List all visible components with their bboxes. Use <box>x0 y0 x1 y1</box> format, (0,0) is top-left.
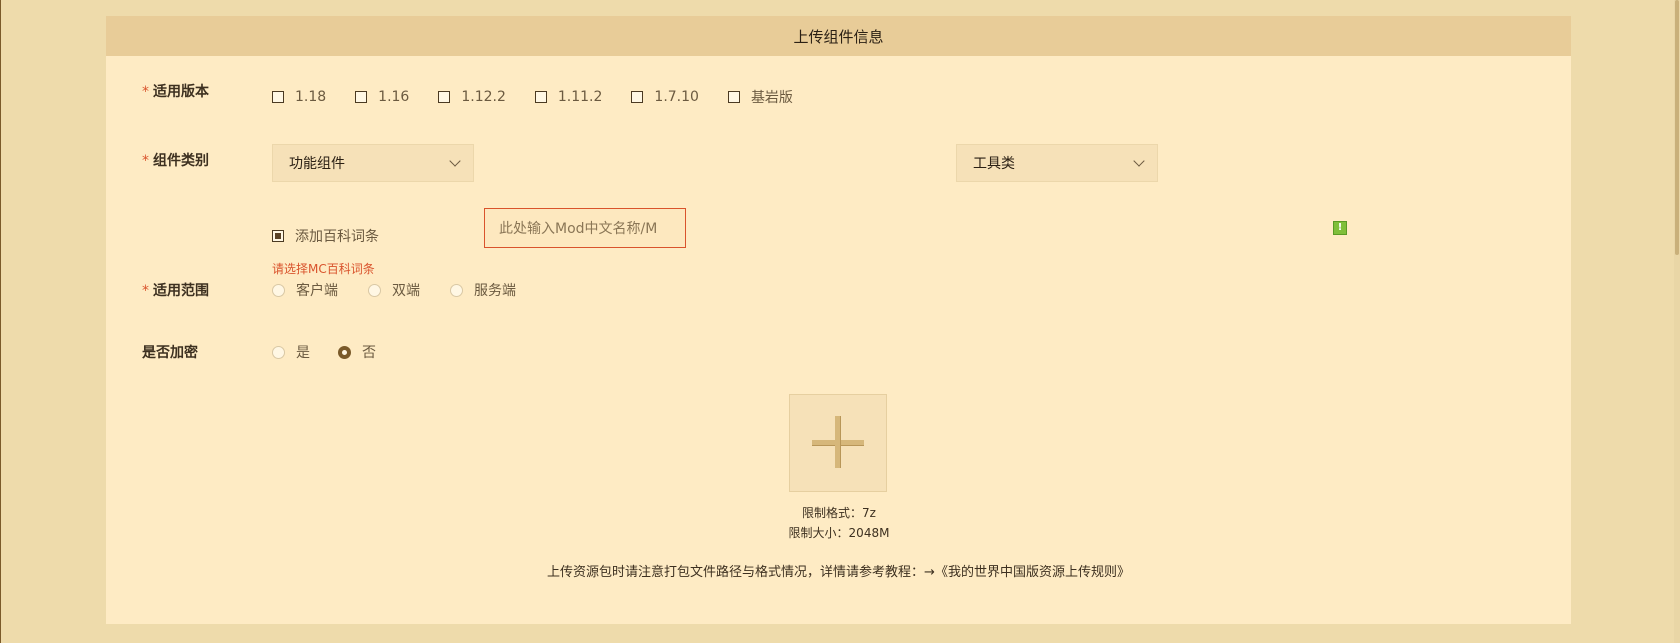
encrypt-option-no[interactable]: 否 <box>338 342 376 362</box>
required-mark: * <box>142 153 149 169</box>
version-option-bedrock[interactable]: 基岩版 <box>727 87 793 107</box>
version-option-1-16[interactable]: 1.16 <box>355 87 409 107</box>
encrypt-options: 是 否 <box>272 342 406 362</box>
mod-name-input[interactable]: 此处输入Mod中文名称/M <box>484 208 686 248</box>
scope-option-both[interactable]: 双端 <box>368 280 420 300</box>
category-select-value: 功能组件 <box>289 156 345 172</box>
add-wiki-entry-checkbox[interactable]: 添加百科词条 <box>272 226 379 246</box>
form-title: 上传组件信息 <box>793 27 884 46</box>
version-option-1-18[interactable]: 1.18 <box>272 87 326 107</box>
wiki-error-message: 请选择MC百科词条 <box>272 262 375 276</box>
upload-guide-link[interactable]: 上传资源包时请注意打包文件路径与格式情况，详情请参考教程：→《我的世界中国版资源… <box>106 561 1571 580</box>
version-option-1-7-10[interactable]: 1.7.10 <box>631 87 699 107</box>
warning-icon: ! <box>1333 221 1347 235</box>
encrypt-option-yes[interactable]: 是 <box>272 342 310 362</box>
scope-option-server[interactable]: 服务端 <box>450 280 516 300</box>
radio[interactable] <box>450 283 463 297</box>
scope-label: * 适用范围 <box>142 283 209 299</box>
chevron-down-icon <box>449 155 461 167</box>
chevron-down-icon <box>1133 155 1145 167</box>
scrollbar-thumb[interactable] <box>1675 0 1679 255</box>
subcategory-select-value: 工具类 <box>973 156 1015 172</box>
radio[interactable] <box>368 283 381 297</box>
checkbox[interactable] <box>272 91 284 103</box>
required-mark: * <box>142 283 149 299</box>
scope-option-client[interactable]: 客户端 <box>272 280 338 300</box>
version-option-1-12-2[interactable]: 1.12.2 <box>438 87 506 107</box>
checkbox[interactable] <box>355 91 368 103</box>
radio-checked[interactable] <box>338 345 351 359</box>
version-option-1-11-2[interactable]: 1.11.2 <box>534 87 602 107</box>
subcategory-select[interactable]: 工具类 <box>956 144 1158 182</box>
checkbox[interactable] <box>438 91 451 103</box>
upload-size-limit: 限制大小：2048M <box>788 526 890 540</box>
version-options: 1.18 1.16 1.12.2 1.11.2 1.7.10 基岩版 <box>272 87 822 107</box>
page-border <box>0 0 1 643</box>
encrypt-label: 是否加密 <box>142 345 198 361</box>
category-select[interactable]: 功能组件 <box>272 144 474 182</box>
checkbox-checked[interactable] <box>272 230 284 242</box>
radio[interactable] <box>272 345 285 359</box>
version-label: * 适用版本 <box>142 84 209 100</box>
form-header: 上传组件信息 <box>106 16 1571 56</box>
checkbox[interactable] <box>631 91 644 103</box>
required-mark: * <box>142 84 149 100</box>
upload-form-card: 上传组件信息 * 适用版本 1.18 1.16 1.12.2 1.11.2 1.7… <box>106 16 1571 624</box>
category-label: * 组件类别 <box>142 153 209 169</box>
plus-icon-vertical <box>835 416 841 468</box>
page-scrollbar[interactable] <box>1674 0 1680 643</box>
mod-name-input-text: 此处输入Mod中文名称/M <box>499 221 658 237</box>
upload-format-limit: 限制格式：7z <box>802 506 876 520</box>
radio[interactable] <box>272 283 285 297</box>
checkbox[interactable] <box>534 91 547 103</box>
upload-button[interactable] <box>789 394 887 492</box>
checkbox[interactable] <box>727 91 740 103</box>
scope-options: 客户端 双端 服务端 <box>272 280 546 300</box>
add-wiki-entry-label: 添加百科词条 <box>295 229 379 245</box>
